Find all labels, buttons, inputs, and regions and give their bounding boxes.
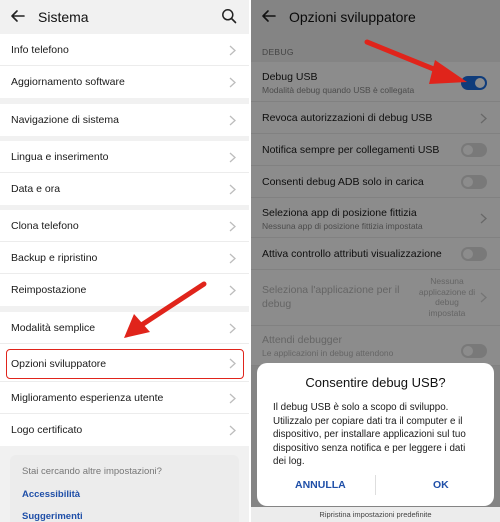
chevron-right-icon: [229, 184, 236, 195]
more-settings-card: Stai cercando altre impostazioni? Access…: [10, 455, 239, 522]
settings-item-label: Logo certificato: [11, 424, 83, 436]
settings-item-label: Lingua e inserimento: [11, 151, 109, 163]
highlight-box: [6, 349, 244, 379]
bottom-action-bar: Ripristina impostazioni predefinite: [251, 507, 500, 522]
settings-item-lingua-e-inserimento[interactable]: Lingua e inserimento: [0, 141, 249, 173]
settings-item-logo-certificato[interactable]: Logo certificato: [0, 414, 249, 446]
settings-item-label: Modalità semplice: [11, 322, 96, 334]
settings-item-label: Reimpostazione: [11, 284, 87, 296]
search-icon[interactable]: [221, 8, 237, 24]
settings-item-label: Miglioramento esperienza utente: [11, 392, 164, 404]
settings-item-label: Backup e ripristino: [11, 252, 98, 264]
dialog-message: Il debug USB è solo a scopo di sviluppo.…: [273, 402, 466, 467]
dialog-button-divider: [375, 475, 376, 495]
settings-item-label: Info telefono: [11, 44, 69, 56]
link-suggerimenti[interactable]: Suggerimenti: [22, 511, 83, 522]
settings-item-navigazione-di-sistema[interactable]: Navigazione di sistema: [0, 104, 249, 136]
chevron-right-icon: [229, 45, 236, 56]
back-arrow-icon[interactable]: [10, 8, 26, 24]
chevron-right-icon: [229, 115, 236, 126]
settings-item-reimpostazione[interactable]: Reimpostazione: [0, 274, 249, 306]
settings-item-label: Clona telefono: [11, 220, 79, 232]
settings-item-label: Aggiornamento software: [11, 76, 125, 88]
reset-defaults-link[interactable]: Ripristina impostazioni predefinite: [251, 510, 500, 519]
ok-button[interactable]: OK: [433, 479, 449, 491]
developer-options-screen: Opzioni sviluppatore DEBUG Debug USB Mod…: [251, 0, 500, 522]
chevron-right-icon: [229, 221, 236, 232]
settings-item-modalita-semplice[interactable]: Modalità semplice: [0, 312, 249, 344]
settings-item-info-telefono[interactable]: Info telefono: [0, 34, 249, 66]
link-accessibilita[interactable]: Accessibilità: [22, 489, 80, 500]
chevron-right-icon: [229, 77, 236, 88]
usb-debug-dialog: Consentire debug USB? Il debug USB è sol…: [257, 363, 494, 506]
settings-item-backup-e-ripristino[interactable]: Backup e ripristino: [0, 242, 249, 274]
chevron-right-icon: [229, 253, 236, 264]
settings-group-device: Info telefono Aggiornamento software: [0, 34, 249, 98]
top-bar: Sistema: [0, 0, 249, 34]
dialog-title: Consentire debug USB?: [305, 375, 446, 390]
settings-group-language: Lingua e inserimento Data e ora: [0, 141, 249, 205]
settings-item-miglioramento-esperienza-utente[interactable]: Miglioramento esperienza utente: [0, 382, 249, 414]
settings-item-aggiornamento-software[interactable]: Aggiornamento software: [0, 66, 249, 98]
cancel-button[interactable]: ANNULLA: [295, 479, 346, 491]
chevron-right-icon: [229, 425, 236, 436]
settings-group-advanced: Modalità semplice Opzioni sviluppatore M…: [0, 312, 249, 446]
settings-item-clona-telefono[interactable]: Clona telefono: [0, 210, 249, 242]
settings-item-label: Data e ora: [11, 183, 61, 195]
chevron-right-icon: [229, 393, 236, 404]
system-settings-screen: Sistema Info telefono Aggiornamento soft…: [0, 0, 249, 522]
settings-item-data-e-ora[interactable]: Data e ora: [0, 173, 249, 205]
chevron-right-icon: [229, 323, 236, 334]
more-settings-question: Stai cercando altre impostazioni?: [22, 466, 162, 477]
settings-item-label: Navigazione di sistema: [11, 114, 119, 126]
settings-group-backup: Clona telefono Backup e ripristino Reimp…: [0, 210, 249, 306]
chevron-right-icon: [229, 152, 236, 163]
chevron-right-icon: [229, 285, 236, 296]
page-title: Sistema: [38, 9, 89, 25]
settings-group-navigation: Navigazione di sistema: [0, 104, 249, 136]
